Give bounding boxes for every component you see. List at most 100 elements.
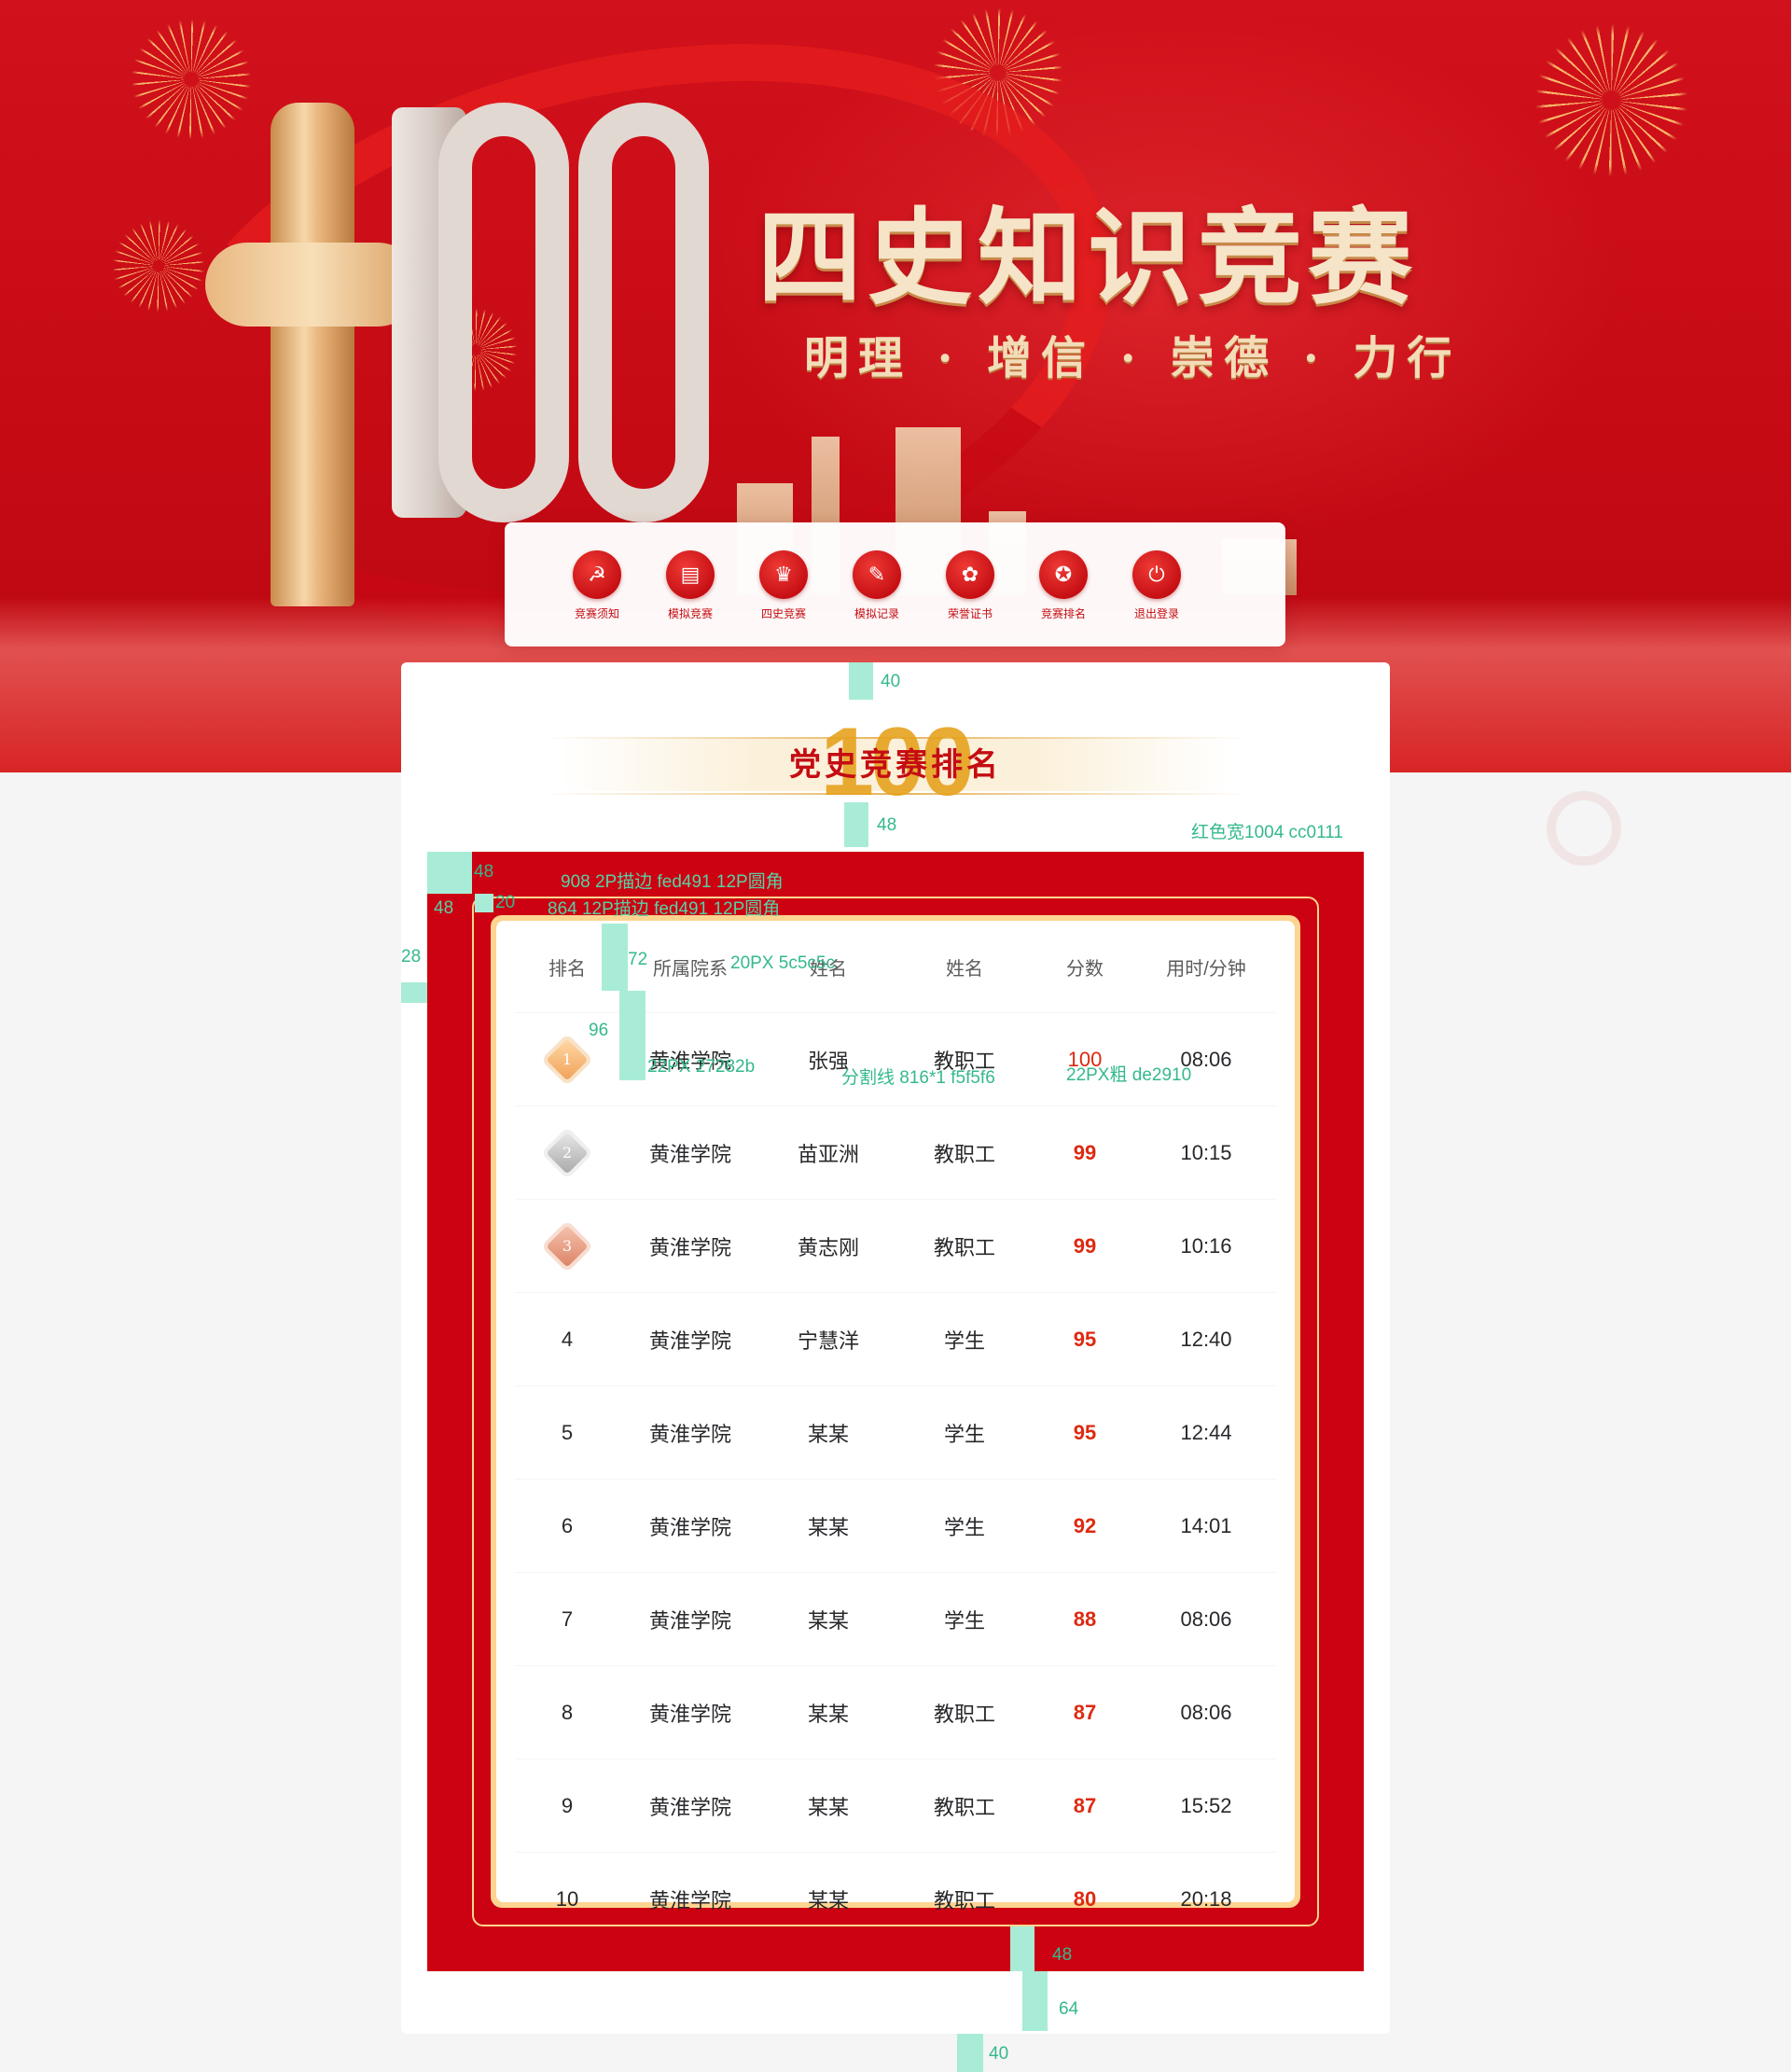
spacing-marker (844, 802, 868, 847)
time-cell: 08:06 (1136, 1012, 1276, 1106)
hero-slogan: 明理 · 增信 · 崇德 · 力行 (804, 332, 1462, 384)
identity-cell: 教职工 (896, 1665, 1034, 1759)
spacing-marker (427, 852, 472, 894)
spacing-annotation: 40 (881, 672, 901, 691)
spacing-marker (602, 924, 628, 991)
nav-item-contest-ranking[interactable]: ✪ 竞赛排名 (1021, 550, 1105, 621)
power-icon: ⏻ (1132, 550, 1181, 599)
score-cell: 100 (1034, 1012, 1136, 1106)
name-cell: 苗亚洲 (761, 1106, 896, 1200)
table-row: 10 黄淮学院 某某 教职工 80 20:18 (515, 1852, 1276, 1945)
table-row: 4 黄淮学院 宁慧洋 学生 95 12:40 (515, 1292, 1276, 1386)
spacing-annotation: 64 (1059, 1999, 1079, 2019)
spacing-annotation: 48 (1052, 1945, 1073, 1965)
nav-label: 模拟记录 (854, 607, 899, 620)
name-cell: 某某 (761, 1759, 896, 1853)
rank-cell: 6 (515, 1479, 619, 1573)
table-row: 6 黄淮学院 某某 学生 92 14:01 (515, 1479, 1276, 1573)
time-cell: 08:06 (1136, 1665, 1276, 1759)
name-cell: 张强 (761, 1012, 896, 1106)
cloud-ornament-illustration (205, 243, 420, 327)
firework-decoration (1534, 23, 1688, 177)
spacing-annotation: 28 (401, 947, 422, 966)
name-cell: 某某 (761, 1665, 896, 1759)
nav-label: 竞赛排名 (1040, 607, 1086, 620)
spacing-marker (401, 982, 427, 1003)
identity-cell: 学生 (896, 1572, 1034, 1666)
department-cell: 黄淮学院 (619, 1106, 761, 1200)
time-cell: 14:01 (1136, 1479, 1276, 1573)
gold-medal-icon: 1 (546, 1037, 589, 1081)
centenary-digit-illustration (438, 103, 569, 522)
spec-annotation: 红色宽1004 cc0111 (1191, 823, 1343, 842)
medal-icon: ✪ (1039, 550, 1088, 599)
ranking-title: 党史竞赛排名 (789, 746, 1002, 784)
name-cell: 宁慧洋 (761, 1292, 896, 1386)
spacing-marker (619, 991, 646, 1080)
rank-cell: 9 (515, 1759, 619, 1853)
department-cell: 黄淮学院 (619, 1385, 761, 1480)
nav-item-contest-notice[interactable]: ☭ 竞赛须知 (555, 550, 639, 621)
name-cell: 黄志刚 (761, 1199, 896, 1293)
score-cell: 99 (1034, 1106, 1136, 1200)
rank-cell: 8 (515, 1665, 619, 1759)
table-row: 3 黄淮学院 黄志刚 教职工 99 10:16 (515, 1199, 1276, 1293)
book-stack-icon: ▤ (666, 550, 715, 599)
spacing-annotation: 48 (877, 815, 897, 835)
nav-item-logout[interactable]: ⏻ 退出登录 (1115, 550, 1199, 621)
spacing-annotation: 48 (434, 898, 454, 918)
hero-banner: 四史知识竞赛 明理 · 增信 · 崇德 · 力行 (0, 0, 1791, 772)
spacing-annotation: 96 (589, 1021, 609, 1040)
name-cell: 某某 (761, 1852, 896, 1945)
table-row: 5 黄淮学院 某某 学生 95 12:44 (515, 1385, 1276, 1480)
time-cell: 12:40 (1136, 1292, 1276, 1386)
nav-label: 荣誉证书 (947, 607, 993, 620)
nav-item-honor-certificate[interactable]: ✿ 荣誉证书 (928, 550, 1012, 621)
identity-cell: 教职工 (896, 1012, 1034, 1106)
spacing-annotation: 48 (474, 862, 494, 882)
table-row: 8 黄淮学院 某某 教职工 87 08:06 (515, 1665, 1276, 1759)
nav-label: 竞赛须知 (574, 607, 619, 620)
department-cell: 黄淮学院 (619, 1292, 761, 1386)
column-header-identity: 姓名 (946, 958, 983, 980)
time-cell: 10:15 (1136, 1106, 1276, 1200)
party-emblem-watermark-icon (1547, 791, 1621, 866)
rank-cell: 4 (515, 1292, 619, 1386)
main-nav-bar: ☭ 竞赛须知 ▤ 模拟竞赛 ♛ 四史竞赛 ✎ 模拟记录 ✿ 荣誉证书 ✪ 竞赛排… (505, 522, 1285, 647)
nav-label: 模拟竞赛 (667, 607, 713, 620)
score-cell: 92 (1034, 1479, 1136, 1573)
spec-annotation: 22PX 27282b (647, 1057, 756, 1077)
spacing-marker (1022, 1971, 1048, 2031)
nav-item-mock-records[interactable]: ✎ 模拟记录 (835, 550, 919, 621)
department-cell: 黄淮学院 (619, 1759, 761, 1853)
spec-annotation: 908 2P描边 fed491 12P圆角 (561, 872, 784, 892)
time-cell: 15:52 (1136, 1759, 1276, 1853)
spacing-marker (475, 894, 493, 912)
time-cell: 20:18 (1136, 1852, 1276, 1945)
spec-annotation: 20PX 5c5c5c (730, 953, 835, 973)
rank-cell: 2 (515, 1106, 619, 1200)
reader-icon: ✎ (853, 550, 901, 599)
department-cell: 黄淮学院 (619, 1479, 761, 1573)
spec-annotation: 分割线 816*1 f5f5f6 (841, 1068, 995, 1088)
rank-cell: 10 (515, 1852, 619, 1945)
firework-decoration (131, 19, 252, 140)
huabiao-column-illustration (271, 103, 354, 606)
time-cell: 08:06 (1136, 1572, 1276, 1666)
time-cell: 12:44 (1136, 1385, 1276, 1480)
nav-item-four-history-contest[interactable]: ♛ 四史竞赛 (742, 550, 826, 621)
time-cell: 10:16 (1136, 1199, 1276, 1293)
nav-label: 四史竞赛 (760, 607, 806, 620)
name-cell: 某某 (761, 1385, 896, 1480)
table-row: 7 黄淮学院 某某 学生 88 08:06 (515, 1572, 1276, 1666)
silver-medal-icon: 2 (546, 1131, 589, 1175)
score-cell: 87 (1034, 1759, 1136, 1853)
identity-cell: 学生 (896, 1479, 1034, 1573)
identity-cell: 教职工 (896, 1199, 1034, 1293)
ranking-card: 100 党史竞赛排名 排名 所属院系 姓名 姓名 分数 用时/分钟 1 黄淮学院… (401, 662, 1390, 2034)
score-cell: 80 (1034, 1852, 1136, 1945)
spec-annotation: 22PX粗 de2910 (1066, 1065, 1192, 1085)
name-cell: 某某 (761, 1479, 896, 1573)
identity-cell: 教职工 (896, 1759, 1034, 1853)
nav-item-mock-contest[interactable]: ▤ 模拟竞赛 (648, 550, 732, 621)
